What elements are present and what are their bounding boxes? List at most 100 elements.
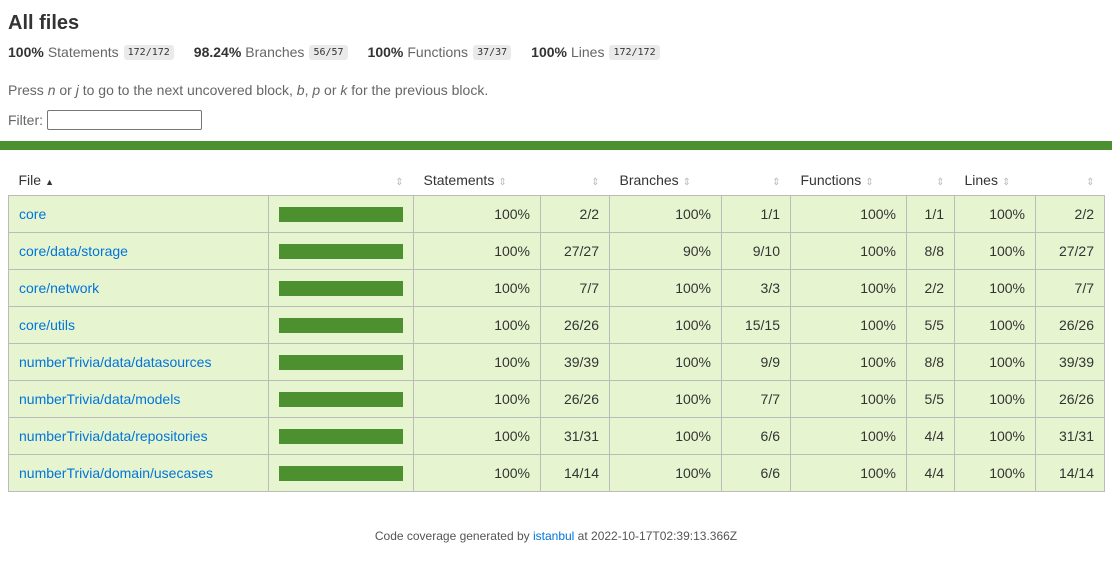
summary-lines: 100% Lines 172/172 — [531, 44, 660, 60]
lines-pct: 100% — [954, 454, 1036, 492]
lines-fraction: 7/7 — [1035, 269, 1105, 307]
coverage-bar-cell — [268, 417, 414, 455]
branches-pct: 100% — [609, 380, 722, 418]
functions-pct: 100% — [790, 454, 907, 492]
hint-text: or — [320, 82, 341, 98]
sort-icon: ⇕ — [395, 177, 404, 188]
lines-fraction: 26/26 — [1035, 380, 1105, 418]
column-header-file-bar[interactable]: ⇕ — [269, 165, 414, 196]
functions-pct: 100% — [790, 232, 907, 270]
sort-icon: ⇕ — [1001, 177, 1011, 188]
statements-fraction: 27/27 — [540, 232, 610, 270]
file-link[interactable]: numberTrivia/data/models — [19, 391, 180, 407]
coverage-table: File ▲ ⇕ Statements ⇕ ⇕ Branches ⇕ ⇕ Functi… — [8, 165, 1105, 492]
istanbul-link[interactable]: istanbul — [533, 529, 574, 543]
file-cell: core/data/storage — [8, 232, 269, 270]
summary-functions: 100% Functions 37/37 — [368, 44, 512, 60]
coverage-bar-track — [279, 206, 403, 222]
coverage-bar — [279, 280, 403, 296]
functions-fraction: 8/8 — [906, 232, 955, 270]
branches-fraction: 3/3 — [721, 269, 791, 307]
functions-pct: 100% — [790, 269, 907, 307]
summary-branches: 98.24% Branches 56/57 — [194, 44, 348, 60]
coverage-bar-cell — [268, 195, 414, 233]
coverage-table-body: core 100% 2/2 100% 1/1 100% 1/1 100% 2/2 core/dat… — [8, 195, 1105, 492]
file-link[interactable]: core/utils — [19, 317, 75, 333]
hint-key: b — [296, 82, 305, 98]
coverage-bar-track — [279, 317, 403, 333]
coverage-bar — [279, 428, 403, 444]
column-label: Statements — [423, 172, 495, 188]
table-row: numberTrivia/domain/usecases 100% 14/14 100… — [8, 454, 1105, 492]
filter-input[interactable] — [47, 110, 202, 130]
statements-pct: 100% — [413, 417, 541, 455]
branches-pct: 100% — [609, 417, 722, 455]
footer: Code coverage generated by istanbul at 2… — [0, 529, 1112, 543]
lines-pct: 100% — [954, 306, 1036, 344]
file-cell: numberTrivia/data/models — [8, 380, 269, 418]
functions-pct: 100% — [790, 417, 907, 455]
branches-pct: 100% — [609, 306, 722, 344]
branches-pct: 100% — [609, 269, 722, 307]
sort-icon: ⇕ — [936, 177, 945, 188]
column-label: Functions — [800, 172, 862, 188]
header: All files 100% Statements 172/172 98.24%… — [0, 12, 1112, 130]
column-header-branches[interactable]: Branches ⇕ — [610, 165, 722, 196]
hint-text: for the previous block. — [347, 82, 489, 98]
filter-label: Filter: — [8, 112, 43, 128]
column-header-functions[interactable]: Functions ⇕ — [791, 165, 907, 196]
file-link[interactable]: core/data/storage — [19, 243, 128, 259]
column-header-statements-raw[interactable]: ⇕ — [541, 165, 610, 196]
file-cell: core — [8, 195, 269, 233]
branches-fraction: 6/6 — [721, 454, 791, 492]
lines-fraction: 31/31 — [1035, 417, 1105, 455]
coverage-bar — [279, 465, 403, 481]
lines-pct: 100% — [954, 343, 1036, 381]
table-row: core/network 100% 7/7 100% 3/3 100% 2/2 100% 7/7 — [8, 269, 1105, 307]
table-row: numberTrivia/data/datasources 100% 39/39 10… — [8, 343, 1105, 381]
column-header-statements[interactable]: Statements ⇕ — [414, 165, 541, 196]
branches-fraction: 9/9 — [721, 343, 791, 381]
branches-fraction: 9/10 — [721, 232, 791, 270]
summary-fraction-badge: 56/57 — [309, 44, 348, 60]
branches-pct: 100% — [609, 343, 722, 381]
statements-pct: 100% — [413, 343, 541, 381]
statements-fraction: 2/2 — [540, 195, 610, 233]
coverage-bar — [279, 206, 403, 222]
lines-pct: 100% — [954, 417, 1036, 455]
table-row: core 100% 2/2 100% 1/1 100% 1/1 100% 2/2 — [8, 195, 1105, 233]
branches-pct: 100% — [609, 195, 722, 233]
column-header-functions-raw[interactable]: ⇕ — [907, 165, 955, 196]
column-header-branches-raw[interactable]: ⇕ — [722, 165, 791, 196]
file-link[interactable]: core/network — [19, 280, 99, 296]
footer-timestamp: at 2022-10-17T02:39:13.366Z — [574, 529, 738, 543]
functions-pct: 100% — [790, 380, 907, 418]
statements-fraction: 26/26 — [540, 306, 610, 344]
file-link[interactable]: numberTrivia/domain/usecases — [19, 465, 213, 481]
summary-fraction-badge: 172/172 — [609, 44, 660, 60]
coverage-bar-track — [279, 354, 403, 370]
file-link[interactable]: core — [19, 206, 46, 222]
sort-ascending-icon: ▲ — [45, 177, 54, 187]
keyboard-hint: Press n or j to go to the next uncovered… — [8, 82, 1104, 98]
statements-pct: 100% — [413, 232, 541, 270]
lines-pct: 100% — [954, 269, 1036, 307]
file-link[interactable]: numberTrivia/data/datasources — [19, 354, 211, 370]
statements-pct: 100% — [413, 195, 541, 233]
column-header-lines-raw[interactable]: ⇕ — [1036, 165, 1105, 196]
branches-fraction: 7/7 — [721, 380, 791, 418]
file-cell: numberTrivia/data/datasources — [8, 343, 269, 381]
page-title: All files — [8, 12, 80, 34]
column-label: File — [18, 172, 42, 188]
summary-label: Lines — [570, 44, 605, 60]
coverage-bar-track — [279, 428, 403, 444]
coverage-bar-cell — [268, 306, 414, 344]
column-header-lines[interactable]: Lines ⇕ — [955, 165, 1036, 196]
column-header-file[interactable]: File ▲ — [9, 165, 269, 196]
coverage-bar-cell — [268, 343, 414, 381]
branches-fraction: 6/6 — [721, 417, 791, 455]
file-link[interactable]: numberTrivia/data/repositories — [19, 428, 208, 444]
lines-pct: 100% — [954, 380, 1036, 418]
statements-pct: 100% — [413, 380, 541, 418]
functions-fraction: 5/5 — [906, 306, 955, 344]
